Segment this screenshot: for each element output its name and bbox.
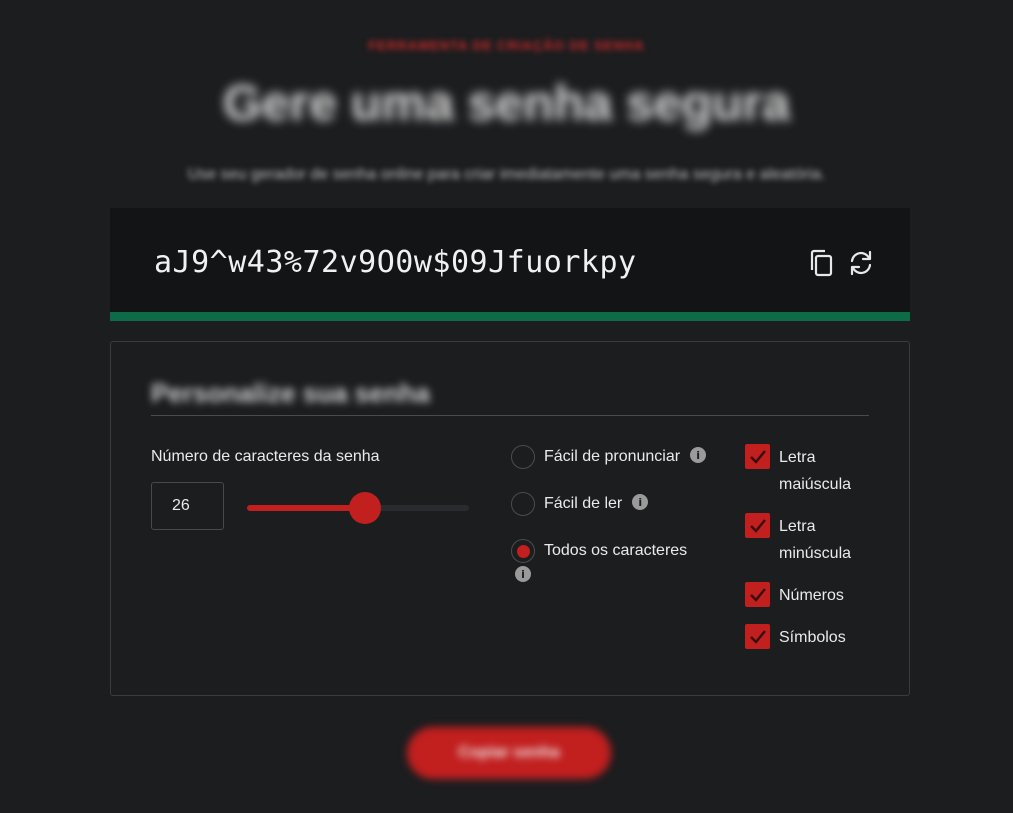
- password-actions: [806, 248, 876, 278]
- checkbox-label: Letra maiúscula: [779, 449, 852, 493]
- option-easy-to-say[interactable]: Fácil de pronunciar i: [511, 445, 707, 469]
- radio-selected-dot: [516, 544, 530, 558]
- checkbox-numbers[interactable]: Números: [745, 582, 869, 609]
- generated-password[interactable]: aJ9^w43%72v9O0w$09Jfuorkpy: [154, 245, 637, 280]
- page: FERRAMENTA DE CRIAÇÃO DE SENHA Gere uma …: [0, 0, 1013, 813]
- checkbox-symbols[interactable]: Símbolos: [745, 624, 869, 651]
- radio-label: Fácil de pronunciar: [544, 448, 681, 465]
- copy-icon[interactable]: [806, 248, 836, 278]
- checkbox-box[interactable]: [745, 513, 770, 538]
- radio-label: Fácil de ler: [544, 495, 623, 512]
- customize-panel: Personalize sua senha Número de caracter…: [110, 341, 910, 696]
- info-icon[interactable]: i: [515, 566, 531, 582]
- info-icon[interactable]: i: [690, 447, 707, 463]
- checkbox-label: Símbolos: [779, 629, 846, 646]
- checkbox-box[interactable]: [745, 582, 770, 607]
- length-slider[interactable]: [247, 492, 469, 524]
- checkbox-lowercase[interactable]: Letra minúscula: [745, 513, 869, 567]
- slider-thumb[interactable]: [348, 492, 381, 524]
- radio-easy-to-read[interactable]: [511, 492, 535, 516]
- panel-divider: [151, 415, 869, 416]
- length-input[interactable]: [151, 482, 224, 530]
- length-label: Número de caracteres da senha: [151, 448, 380, 465]
- slider-fill: [247, 505, 365, 511]
- radio-easy-to-say[interactable]: [511, 445, 535, 469]
- option-easy-to-read[interactable]: Fácil de ler i: [511, 492, 649, 516]
- page-title: Gere uma senha segura: [223, 75, 790, 131]
- radio-all-characters[interactable]: [511, 539, 535, 563]
- checkbox-label: Letra minúscula: [779, 518, 852, 562]
- option-all-characters[interactable]: Todos os caracteres: [511, 539, 687, 563]
- copy-password-button[interactable]: Copiar senha: [407, 727, 611, 779]
- password-display: aJ9^w43%72v9O0w$09Jfuorkpy: [110, 208, 910, 312]
- page-eyebrow: FERRAMENTA DE CRIAÇÃO DE SENHA: [368, 38, 645, 53]
- password-strength-bar: [110, 312, 910, 321]
- checkbox-label: Números: [779, 587, 844, 604]
- checkbox-box[interactable]: [745, 444, 770, 469]
- refresh-icon[interactable]: [846, 248, 876, 278]
- info-icon[interactable]: i: [632, 494, 649, 510]
- checkbox-box[interactable]: [745, 624, 770, 649]
- panel-title: Personalize sua senha: [151, 378, 430, 408]
- radio-label: Todos os caracteres: [544, 542, 688, 559]
- checkbox-uppercase[interactable]: Letra maiúscula: [745, 444, 869, 498]
- page-subtitle: Use seu gerador de senha online para cri…: [187, 166, 826, 183]
